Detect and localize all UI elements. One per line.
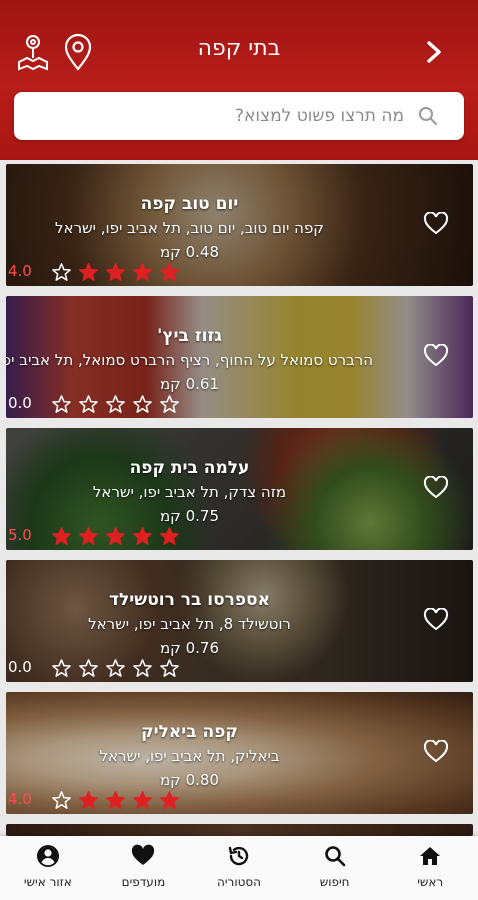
- star-filled-icon: [106, 527, 125, 545]
- nav-home[interactable]: ראשי: [382, 836, 478, 900]
- search-icon: [324, 846, 345, 867]
- star-empty-icon: [79, 659, 98, 677]
- star-empty-icon: [52, 659, 71, 677]
- star-empty-icon: [79, 395, 98, 413]
- place-distance: 0.76 קמ: [159, 639, 219, 657]
- star-filled-icon: [160, 791, 179, 809]
- favorite-heart-icon[interactable]: [423, 475, 449, 500]
- place-distance: 0.75 קמ: [159, 507, 219, 525]
- star-filled-icon: [79, 263, 98, 281]
- search-icon[interactable]: [418, 106, 438, 126]
- star-empty-icon: [52, 263, 71, 281]
- star-rating: [52, 791, 179, 810]
- place-address: רוטשילד 8, תל אביב יפו, ישראל: [88, 615, 291, 633]
- history-icon: [228, 846, 249, 866]
- place-distance: 0.61 קמ: [159, 375, 219, 393]
- star-rating: [52, 659, 179, 678]
- place-name: יום טוב קפה: [140, 194, 239, 214]
- nav-account-label: אזור אישי: [23, 875, 72, 889]
- star-filled-icon: [79, 791, 98, 809]
- star-rating: [52, 263, 179, 282]
- place-card[interactable]: יום טוב קפה קפה יום טוב, יום טוב, תל אבי…: [6, 164, 473, 286]
- star-empty-icon: [160, 395, 179, 413]
- place-card-partial: [6, 824, 473, 836]
- star-filled-icon: [133, 263, 152, 281]
- rating-value: 0.0: [8, 394, 32, 412]
- favorite-heart-icon[interactable]: [423, 343, 449, 368]
- rating-value: 4.0: [8, 262, 32, 280]
- place-card[interactable]: קפה ביאליק ביאליק, תל אביב יפו, ישראל 0.…: [6, 692, 473, 814]
- place-name: עלמה בית קפה: [129, 458, 250, 478]
- place-card[interactable]: גזוז ביץ' הרברט סמואל על החוף, רציף הרבר…: [6, 296, 473, 418]
- star-filled-icon: [106, 791, 125, 809]
- place-address: מזה צדק, תל אביב יפו, ישראל: [92, 483, 287, 501]
- nav-history[interactable]: הסטוריה: [191, 836, 287, 900]
- place-address: הרברט סמואל על החוף, רציף הרברט סמואל, ת…: [6, 351, 373, 369]
- star-filled-icon: [133, 527, 152, 545]
- place-distance: 0.48 קמ: [159, 243, 219, 261]
- star-rating: [52, 395, 179, 414]
- rating-value: 0.0: [8, 658, 32, 676]
- place-name: גזוז ביץ': [157, 326, 222, 346]
- place-address: קפה יום טוב, יום טוב, תל אביב יפו, ישראל: [55, 219, 324, 237]
- place-card[interactable]: עלמה בית קפה מזה צדק, תל אביב יפו, ישראל…: [6, 428, 473, 550]
- nav-search-label: חיפוש: [319, 875, 350, 889]
- search-bar: [14, 92, 464, 140]
- star-empty-icon: [52, 395, 71, 413]
- rating-value: 5.0: [8, 526, 32, 544]
- star-filled-icon: [133, 791, 152, 809]
- home-icon: [420, 847, 441, 865]
- nav-search[interactable]: חיפוש: [287, 836, 383, 900]
- nav-account[interactable]: אזור אישי: [0, 836, 96, 900]
- place-name: קפה ביאליק: [141, 722, 238, 742]
- search-input[interactable]: [34, 92, 404, 140]
- star-filled-icon: [79, 527, 98, 545]
- place-distance: 0.80 קמ: [159, 771, 219, 789]
- nav-favorites[interactable]: מועדפים: [96, 836, 192, 900]
- star-empty-icon: [160, 659, 179, 677]
- bottom-nav: ראשי חיפוש הסטוריה מועדפים אזור אישי: [0, 836, 478, 900]
- user-icon: [36, 845, 59, 867]
- nav-favorites-label: מועדפים: [121, 875, 166, 889]
- star-empty-icon: [106, 395, 125, 413]
- place-address: ביאליק, תל אביב יפו, ישראל: [99, 747, 280, 765]
- page-title: בתי קפה: [197, 36, 281, 61]
- header-bar: בתי קפה: [0, 0, 478, 160]
- star-empty-icon: [133, 395, 152, 413]
- nav-history-label: הסטוריה: [217, 875, 261, 889]
- favorite-heart-icon[interactable]: [423, 739, 449, 764]
- place-card[interactable]: אספרסו בר רוטשילד רוטשילד 8, תל אביב יפו…: [6, 560, 473, 682]
- nav-home-label: ראשי: [417, 875, 444, 889]
- star-filled-icon: [106, 263, 125, 281]
- app-screen: בתי קפה יום טוב קפה קפה יום טוב, יום טוב…: [0, 0, 478, 900]
- star-rating: [52, 527, 179, 546]
- place-name: אספרסו בר רוטשילד: [109, 590, 270, 610]
- star-empty-icon: [52, 791, 71, 809]
- star-empty-icon: [106, 659, 125, 677]
- star-filled-icon: [160, 527, 179, 545]
- favorite-heart-icon[interactable]: [423, 211, 449, 236]
- heart-icon: [132, 844, 155, 865]
- chevron-right-icon[interactable]: [420, 32, 450, 72]
- star-filled-icon: [160, 263, 179, 281]
- star-empty-icon: [133, 659, 152, 677]
- star-filled-icon: [52, 527, 71, 545]
- rating-value: 4.0: [8, 790, 32, 808]
- favorite-heart-icon[interactable]: [423, 607, 449, 632]
